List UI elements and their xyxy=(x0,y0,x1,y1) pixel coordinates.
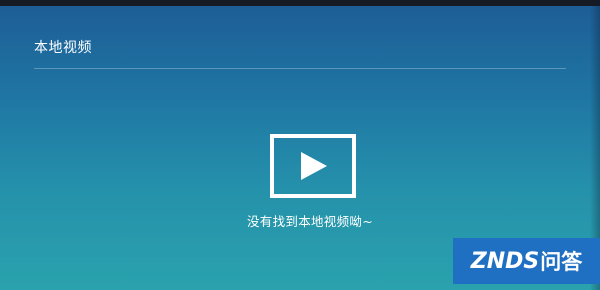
top-bezel xyxy=(0,0,600,6)
empty-state: 没有找到本地视频呦~ xyxy=(0,130,600,240)
empty-state-message: 没有找到本地视频呦~ xyxy=(247,214,373,229)
header-divider xyxy=(34,68,566,69)
play-video-icon xyxy=(270,134,356,198)
play-triangle-icon xyxy=(301,152,327,180)
tv-screen: 本地视频 没有找到本地视频呦~ ZNDS 问答 xyxy=(0,0,600,290)
watermark-logo-latin: ZNDS xyxy=(470,248,540,274)
page-title: 本地视频 xyxy=(34,40,92,56)
watermark-logo: ZNDS 问答 xyxy=(453,238,600,284)
watermark-logo-cjk: 问答 xyxy=(540,250,583,274)
